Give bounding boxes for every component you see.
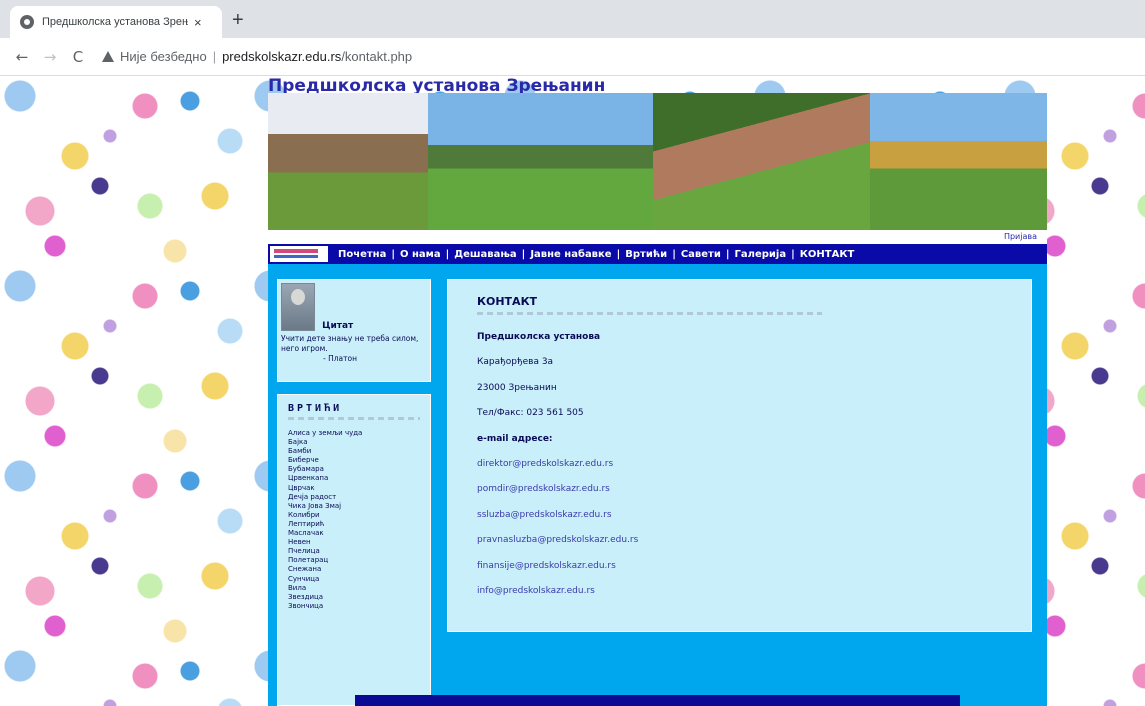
kindergarten-link[interactable]: Полетарац	[288, 556, 420, 565]
nav-item-4[interactable]: Вртићи	[625, 249, 667, 260]
main-navigation: Почетна | О нама | Дешавања | Јавне набавке | Вр…	[268, 244, 1047, 264]
kindergarten-link[interactable]: Вила	[288, 584, 420, 593]
email-list: direktor@predskolskazr.edu.rs pomdir@pred…	[477, 452, 1002, 604]
nav-item-1[interactable]: О нама	[400, 249, 441, 260]
site-container: Предшколска установа Зрењанин Пријава По…	[268, 76, 1047, 706]
org-name: Предшколска установа	[477, 332, 601, 342]
quote-title: Цитат	[322, 321, 354, 331]
tab-close-icon[interactable]: ×	[194, 15, 202, 30]
forward-button[interactable]: →	[36, 48, 64, 66]
url-path[interactable]: /kontakt.php	[341, 49, 412, 64]
kindergarten-link[interactable]: Дечја радост	[288, 493, 420, 502]
new-tab-button[interactable]: +	[232, 9, 244, 32]
email-link[interactable]: pomdir@predskolskazr.edu.rs	[477, 477, 1002, 502]
banner-photo-kindergarten	[870, 93, 1047, 230]
banner-photo-building	[268, 93, 428, 230]
kindergarten-link[interactable]: Цврчак	[288, 484, 420, 493]
kindergarten-link[interactable]: Бамби	[288, 447, 420, 456]
address-street: Карађорђева 3а	[477, 357, 554, 368]
kindergarten-link[interactable]: Бубамара	[288, 465, 420, 474]
nav-separator: |	[391, 248, 395, 260]
nav-separator: |	[521, 248, 526, 260]
kindergarten-link[interactable]: Црвенкапа	[288, 474, 420, 483]
contact-box: КОНТАКТ Предшколска установа Карађорђева…	[447, 279, 1032, 632]
kindergartens-box: ВРТИЋИ Алиса у земљи чуда Бајка Бамби Бибер…	[277, 394, 431, 706]
page-title: КОНТАКТ	[477, 295, 538, 308]
email-link[interactable]: finansije@predskolskazr.edu.rs	[477, 554, 1002, 579]
email-link[interactable]: pravnasluzba@predskolskazr.edu.rs	[477, 528, 1002, 553]
kindergarten-link[interactable]: Лептирић	[288, 520, 420, 529]
kindergartens-title: ВРТИЋИ	[288, 403, 343, 414]
email-link[interactable]: direktor@predskolskazr.edu.rs	[477, 452, 1002, 477]
nav-separator: |	[725, 248, 730, 260]
nav-item-7[interactable]: КОНТАКТ	[800, 249, 855, 260]
plato-bust-image	[281, 283, 315, 331]
kindergartens-list: Алиса у земљи чуда Бајка Бамби Биберче Бубам…	[288, 429, 420, 611]
kindergarten-link[interactable]: Алиса у земљи чуда	[288, 429, 420, 438]
login-link[interactable]: Пријава	[1004, 232, 1037, 241]
kindergarten-link[interactable]: Маслачак	[288, 529, 420, 538]
kindergarten-link[interactable]: Колибри	[288, 511, 420, 520]
quote-author: - Платон	[323, 354, 357, 363]
kindergarten-link[interactable]: Сунчица	[288, 575, 420, 584]
phone-fax: Тел/Факс: 023 561 505	[477, 408, 584, 419]
nav-item-5[interactable]: Савети	[681, 249, 721, 260]
nav-items: Почетна | О нама | Дешавања | Јавне набавке | Вр…	[338, 249, 854, 260]
reload-button[interactable]: C	[64, 48, 92, 66]
email-link[interactable]: info@predskolskazr.edu.rs	[477, 579, 1002, 604]
url-host[interactable]: predskolskazr.edu.rs	[222, 49, 341, 64]
kindergarten-link[interactable]: Чика Јова Змај	[288, 502, 420, 511]
site-logo[interactable]	[270, 246, 328, 262]
url-separator: |	[212, 49, 217, 64]
footer-bar	[355, 695, 960, 706]
quote-text: Учити дете знању не треба силом, него иг…	[281, 334, 419, 353]
email-link[interactable]: ssluzba@predskolskazr.edu.rs	[477, 503, 1002, 528]
nav-item-0[interactable]: Почетна	[338, 249, 386, 260]
login-strip: Пријава	[268, 230, 1047, 244]
warning-icon	[102, 51, 114, 62]
title-divider	[477, 312, 822, 315]
browser-toolbar: ← → C Није безбедно | predskolskazr.edu.…	[0, 38, 1145, 76]
kindergarten-link[interactable]: Бајка	[288, 438, 420, 447]
nav-item-2[interactable]: Дешавања	[454, 249, 516, 260]
browser-tab-bar: Предшколска установа Зрењан × +	[0, 0, 1145, 38]
banner-photo-playground	[428, 93, 653, 230]
security-label[interactable]: Није безбедно	[120, 49, 207, 64]
nav-separator: |	[672, 248, 676, 260]
kindergarten-link[interactable]: Звончица	[288, 602, 420, 611]
quote-box: Цитат Учити дете знању не треба силом, н…	[277, 279, 431, 382]
browser-tab[interactable]: Предшколска установа Зрењан ×	[10, 6, 222, 38]
favicon-icon	[20, 15, 34, 29]
nav-item-3[interactable]: Јавне набавке	[530, 249, 611, 260]
kindergarten-link[interactable]: Снежана	[288, 565, 420, 574]
kindergarten-link[interactable]: Биберче	[288, 456, 420, 465]
nav-separator: |	[791, 248, 795, 260]
kindergarten-link[interactable]: Невен	[288, 538, 420, 547]
nav-separator: |	[616, 248, 621, 260]
nav-separator: |	[445, 248, 450, 260]
back-button[interactable]: ←	[8, 48, 36, 66]
nav-item-6[interactable]: Галерија	[735, 249, 787, 260]
title-divider	[288, 417, 420, 420]
header-banner	[268, 93, 1047, 230]
email-heading: e-mail адресе:	[477, 433, 553, 444]
kindergarten-link[interactable]: Звездица	[288, 593, 420, 602]
kindergarten-link[interactable]: Пчелица	[288, 547, 420, 556]
address-city: 23000 Зрењанин	[477, 382, 557, 393]
banner-photo-children-walk	[653, 93, 870, 230]
address-bar[interactable]: Није безбедно | predskolskazr.edu.rs/kon…	[102, 43, 1102, 71]
tab-title: Предшколска установа Зрењан	[42, 16, 188, 28]
page-viewport: Предшколска установа Зрењанин Пријава По…	[0, 76, 1145, 706]
